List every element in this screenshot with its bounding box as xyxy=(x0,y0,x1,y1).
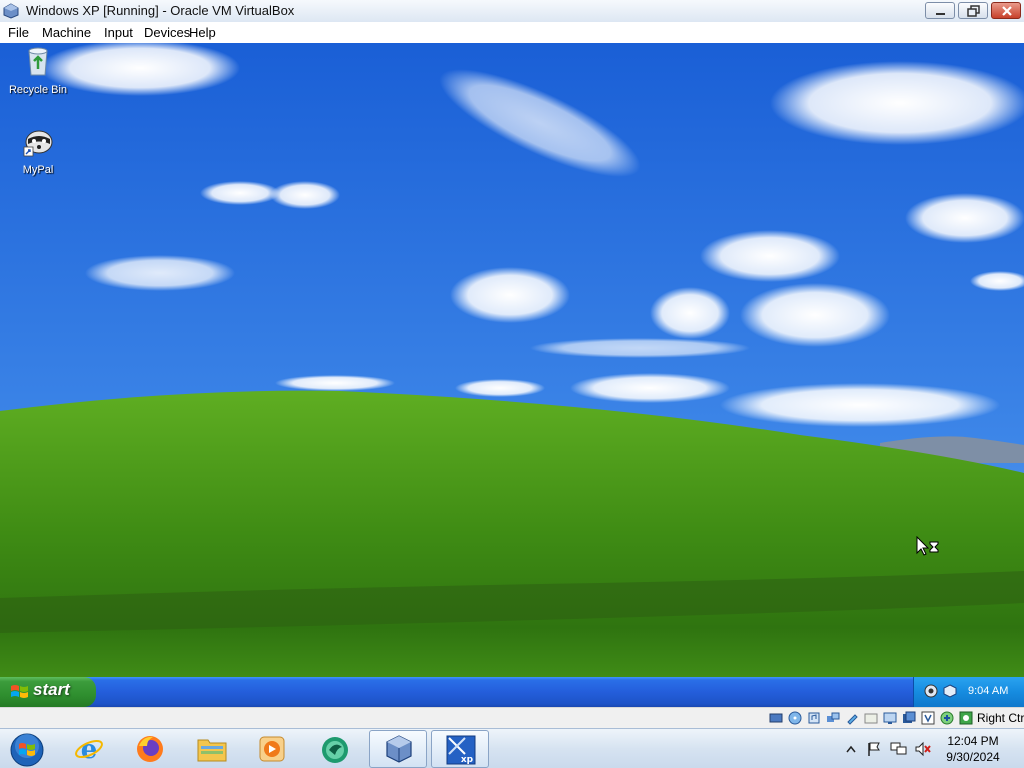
xp-start-label: start xyxy=(33,680,70,699)
desktop-icon-mypal[interactable]: MyPal xyxy=(0,125,76,176)
show-hidden-icons-icon[interactable] xyxy=(846,745,856,753)
menu-bar: File Machine Input Devices Help xyxy=(0,22,1024,43)
host-taskbar-firefox[interactable] xyxy=(122,730,180,768)
host-key-label[interactable]: Right Ctrl xyxy=(977,711,1024,725)
app-icon xyxy=(322,737,348,763)
host-start-button[interactable] xyxy=(0,730,58,768)
file-explorer-icon xyxy=(197,739,227,762)
recycle-bin-icon xyxy=(28,47,48,76)
restore-icon xyxy=(967,5,980,17)
menu-view[interactable]: Input xyxy=(104,25,133,40)
xp-clock[interactable]: 9:04 AM xyxy=(968,685,1008,697)
host-date: 9/30/2024 xyxy=(946,750,1000,764)
video-capture-icon[interactable] xyxy=(902,711,916,725)
network-adapter-icon[interactable] xyxy=(826,711,840,725)
host-taskbar-explorer[interactable] xyxy=(183,730,241,768)
restore-button[interactable] xyxy=(958,2,988,19)
guest-screen[interactable]: Recycle Bin MyPal start 9:04 AM xyxy=(0,43,1024,707)
network-icon[interactable] xyxy=(890,741,908,757)
vbox-status-bar: Right Ctrl xyxy=(0,707,1024,729)
close-button[interactable] xyxy=(991,2,1021,19)
xp-taskbar: start 9:04 AM xyxy=(0,677,1024,707)
action-center-flag-icon[interactable] xyxy=(866,741,882,757)
svg-text:xp: xp xyxy=(461,755,474,765)
windows-flag-icon xyxy=(11,685,28,698)
close-icon xyxy=(1002,6,1012,16)
host-taskbar: e xp 12:04 PM 9/30/2024 xyxy=(0,728,1024,768)
usb-icon[interactable] xyxy=(845,711,859,725)
virtualbox-manager-icon xyxy=(386,735,412,763)
host-taskbar-xp-vm[interactable]: xp xyxy=(431,730,489,768)
audio-icon[interactable] xyxy=(807,711,821,725)
desktop-icon-label: Recycle Bin xyxy=(8,84,68,96)
recording-icon[interactable] xyxy=(921,711,935,725)
mypal-icon xyxy=(23,130,53,157)
host-taskbar-app[interactable] xyxy=(306,730,364,768)
media-player-icon xyxy=(259,736,285,762)
windows-xp-vm-icon: xp xyxy=(446,735,476,765)
virtualization-icon[interactable] xyxy=(940,711,954,725)
cpu-icon[interactable] xyxy=(959,711,973,725)
xp-system-tray: 9:04 AM xyxy=(913,677,1024,707)
menu-machine[interactable]: Machine xyxy=(42,25,91,40)
host-taskbar-ie[interactable]: e xyxy=(61,730,119,768)
desktop-icon-label: MyPal xyxy=(22,164,54,176)
window-titlebar[interactable]: Windows XP [Running] - Oracle VM Virtual… xyxy=(0,0,1024,23)
menu-input[interactable]: Devices xyxy=(144,25,190,40)
minimize-button[interactable] xyxy=(925,2,955,19)
optical-drive-icon[interactable] xyxy=(788,711,802,725)
busy-arrow-cursor xyxy=(916,536,939,556)
svg-text:e: e xyxy=(81,735,98,764)
host-taskbar-virtualbox[interactable] xyxy=(369,730,427,768)
firefox-icon xyxy=(137,736,163,762)
bliss-wallpaper xyxy=(0,43,1024,707)
host-taskbar-media[interactable] xyxy=(244,730,302,768)
hard-disk-icon[interactable] xyxy=(769,711,783,725)
window-title: Windows XP [Running] - Oracle VM Virtual… xyxy=(26,3,295,18)
menu-file[interactable]: File xyxy=(8,25,29,40)
virtualbox-icon xyxy=(3,3,19,19)
menu-devices[interactable]: Help xyxy=(189,25,216,40)
desktop-icon-recycle-bin[interactable]: Recycle Bin xyxy=(0,45,76,96)
minimize-icon xyxy=(936,13,945,15)
internet-explorer-icon: e xyxy=(75,735,103,764)
volume-muted-icon[interactable] xyxy=(914,741,932,757)
network-icon[interactable] xyxy=(924,684,938,698)
xp-start-button[interactable]: start xyxy=(0,677,96,707)
vbox-guest-additions-icon[interactable] xyxy=(943,684,957,698)
display-icon[interactable] xyxy=(883,711,897,725)
host-clock[interactable]: 12:04 PM 9/30/2024 xyxy=(940,733,1006,765)
host-time: 12:04 PM xyxy=(947,734,999,748)
windows-start-orb-icon xyxy=(10,733,44,767)
shared-folders-icon[interactable] xyxy=(864,711,878,725)
